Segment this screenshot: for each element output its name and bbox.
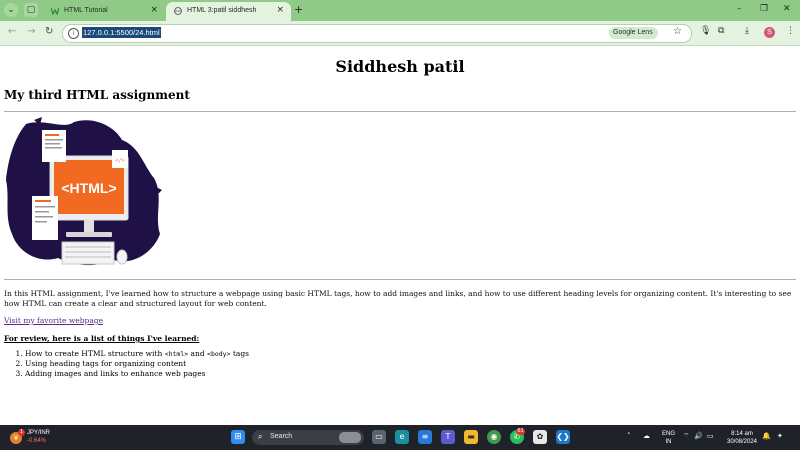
url-text[interactable]: 127.0.0.1:5500/24.html xyxy=(82,27,161,38)
task-view-icon[interactable]: ▭ xyxy=(372,430,386,444)
w3schools-icon xyxy=(51,7,59,15)
maximize-button[interactable]: ❐ xyxy=(760,4,768,14)
profile-avatar[interactable]: S xyxy=(764,27,775,38)
site-info-icon[interactable]: i xyxy=(68,28,79,39)
file-explorer-icon[interactable]: ▬ xyxy=(464,430,478,444)
tab-close-icon[interactable]: × xyxy=(276,5,284,15)
battery-icon[interactable]: ▭ xyxy=(707,432,714,440)
divider xyxy=(4,111,796,112)
tab-groups-icon[interactable]: ▢ xyxy=(24,3,38,17)
lang-code: ENG xyxy=(662,431,676,437)
copilot-icon[interactable]: ✦ xyxy=(777,432,783,440)
edge-icon[interactable]: e xyxy=(395,430,409,444)
cloud-icon[interactable]: ☁ xyxy=(643,432,650,440)
close-window-button[interactable]: ✕ xyxy=(783,4,791,14)
windows-start-icon[interactable]: ⊞ xyxy=(231,430,245,444)
search-highlight-art xyxy=(339,432,361,443)
list-item: How to create HTML structure with <html>… xyxy=(25,349,249,359)
system-clock[interactable]: 8:14 am 30/08/2024 xyxy=(722,430,762,446)
whatsapp-badge: 61 xyxy=(516,428,525,435)
tab-label: HTML Tutorial xyxy=(64,7,108,14)
address-bar[interactable]: i 127.0.0.1:5500/24.html Google Lens ☆ xyxy=(62,24,692,43)
globe-icon xyxy=(174,7,182,15)
taskbar-search[interactable]: ⌕ Search xyxy=(252,430,364,445)
browser-toolbar: ← → ↻ i 127.0.0.1:5500/24.html Google Le… xyxy=(0,21,800,46)
tab-html-3[interactable]: HTML 3:patil siddhesh × xyxy=(166,2,291,21)
tab-search-chevron-icon[interactable]: ⌄ xyxy=(4,3,18,17)
vscode-icon[interactable]: ❮❯ xyxy=(556,430,570,444)
google-lens-label: Google Lens xyxy=(613,29,653,36)
notification-bell-icon[interactable]: 🔔 xyxy=(762,432,771,440)
google-lens-button[interactable]: Google Lens xyxy=(609,27,658,39)
page-title: Siddhesh patil xyxy=(335,57,465,76)
list-item: Adding images and links to enhance web p… xyxy=(25,369,249,379)
search-label: Search xyxy=(270,433,293,440)
tab-close-icon[interactable]: × xyxy=(150,5,158,15)
taskbar: ¥ 1 JPY/INR -0.64% ⊞ ⌕ Search ▭ e ≡ T ▬ … xyxy=(0,425,800,450)
notepad-icon[interactable]: ≡ xyxy=(418,430,432,444)
html-illustration-image: <HTML> </> xyxy=(6,117,162,266)
extensions-icon[interactable]: ⧉ xyxy=(718,26,724,36)
divider xyxy=(4,279,796,280)
learned-list: How to create HTML structure with <html>… xyxy=(4,349,249,379)
microphone-icon[interactable]: 🎙 xyxy=(700,26,711,36)
bookmark-star-icon[interactable]: ☆ xyxy=(673,26,682,37)
download-icon[interactable]: ⤓ xyxy=(745,26,749,36)
new-tab-button[interactable]: + xyxy=(294,3,303,16)
minimize-button[interactable]: – xyxy=(737,4,742,14)
menu-kebab-icon[interactable]: ⋮ xyxy=(786,26,795,36)
volume-icon[interactable]: 🔊 xyxy=(694,432,703,440)
teams-icon[interactable]: T xyxy=(441,430,455,444)
svg-text:</>: </> xyxy=(115,158,124,164)
reload-icon[interactable]: ↻ xyxy=(45,26,53,37)
language-indicator[interactable]: ENG IN xyxy=(662,430,675,446)
stock-widget[interactable]: ¥ 1 JPY/INR -0.64% xyxy=(10,429,70,447)
search-icon: ⌕ xyxy=(258,432,263,441)
page-content: Siddhesh patil My third HTML assignment … xyxy=(0,46,800,425)
chatgpt-icon[interactable]: ✿ xyxy=(533,430,547,444)
favorite-webpage-link[interactable]: Visit my favorite webpage xyxy=(4,316,103,325)
notification-badge: 1 xyxy=(18,429,25,436)
forward-icon[interactable]: → xyxy=(27,26,35,37)
code-body-tag: <body> xyxy=(207,350,231,358)
intro-paragraph: In this HTML assignment, I've learned ho… xyxy=(4,289,792,308)
tab-label: HTML 3:patil siddhesh xyxy=(187,7,257,14)
wifi-icon[interactable]: ⌔ xyxy=(683,432,690,441)
stock-name: JPY/INR xyxy=(27,430,51,436)
chrome-icon[interactable]: ◉ xyxy=(487,430,501,444)
clock-date: 30/08/2024 xyxy=(726,439,758,445)
html-illustration-caption: <HTML> xyxy=(61,180,116,196)
code-html-tag: <html> xyxy=(164,350,189,358)
lang-region: IN xyxy=(665,439,672,445)
back-icon[interactable]: ← xyxy=(8,26,16,37)
list-item: Using heading tags for organizing conten… xyxy=(25,359,249,369)
page-subtitle: My third HTML assignment xyxy=(4,88,190,102)
clock-time: 8:14 am xyxy=(731,431,753,437)
tab-html-tutorial[interactable]: HTML Tutorial × xyxy=(43,2,165,21)
show-hidden-icons-chevron-icon[interactable]: ˄ xyxy=(627,432,631,440)
list-heading: For review, here is a list of things I'v… xyxy=(4,334,200,343)
stock-change: -0.64% xyxy=(27,438,47,444)
browser-tab-bar: ⌄ ▢ HTML Tutorial × HTML 3:patil siddhes… xyxy=(0,0,800,21)
